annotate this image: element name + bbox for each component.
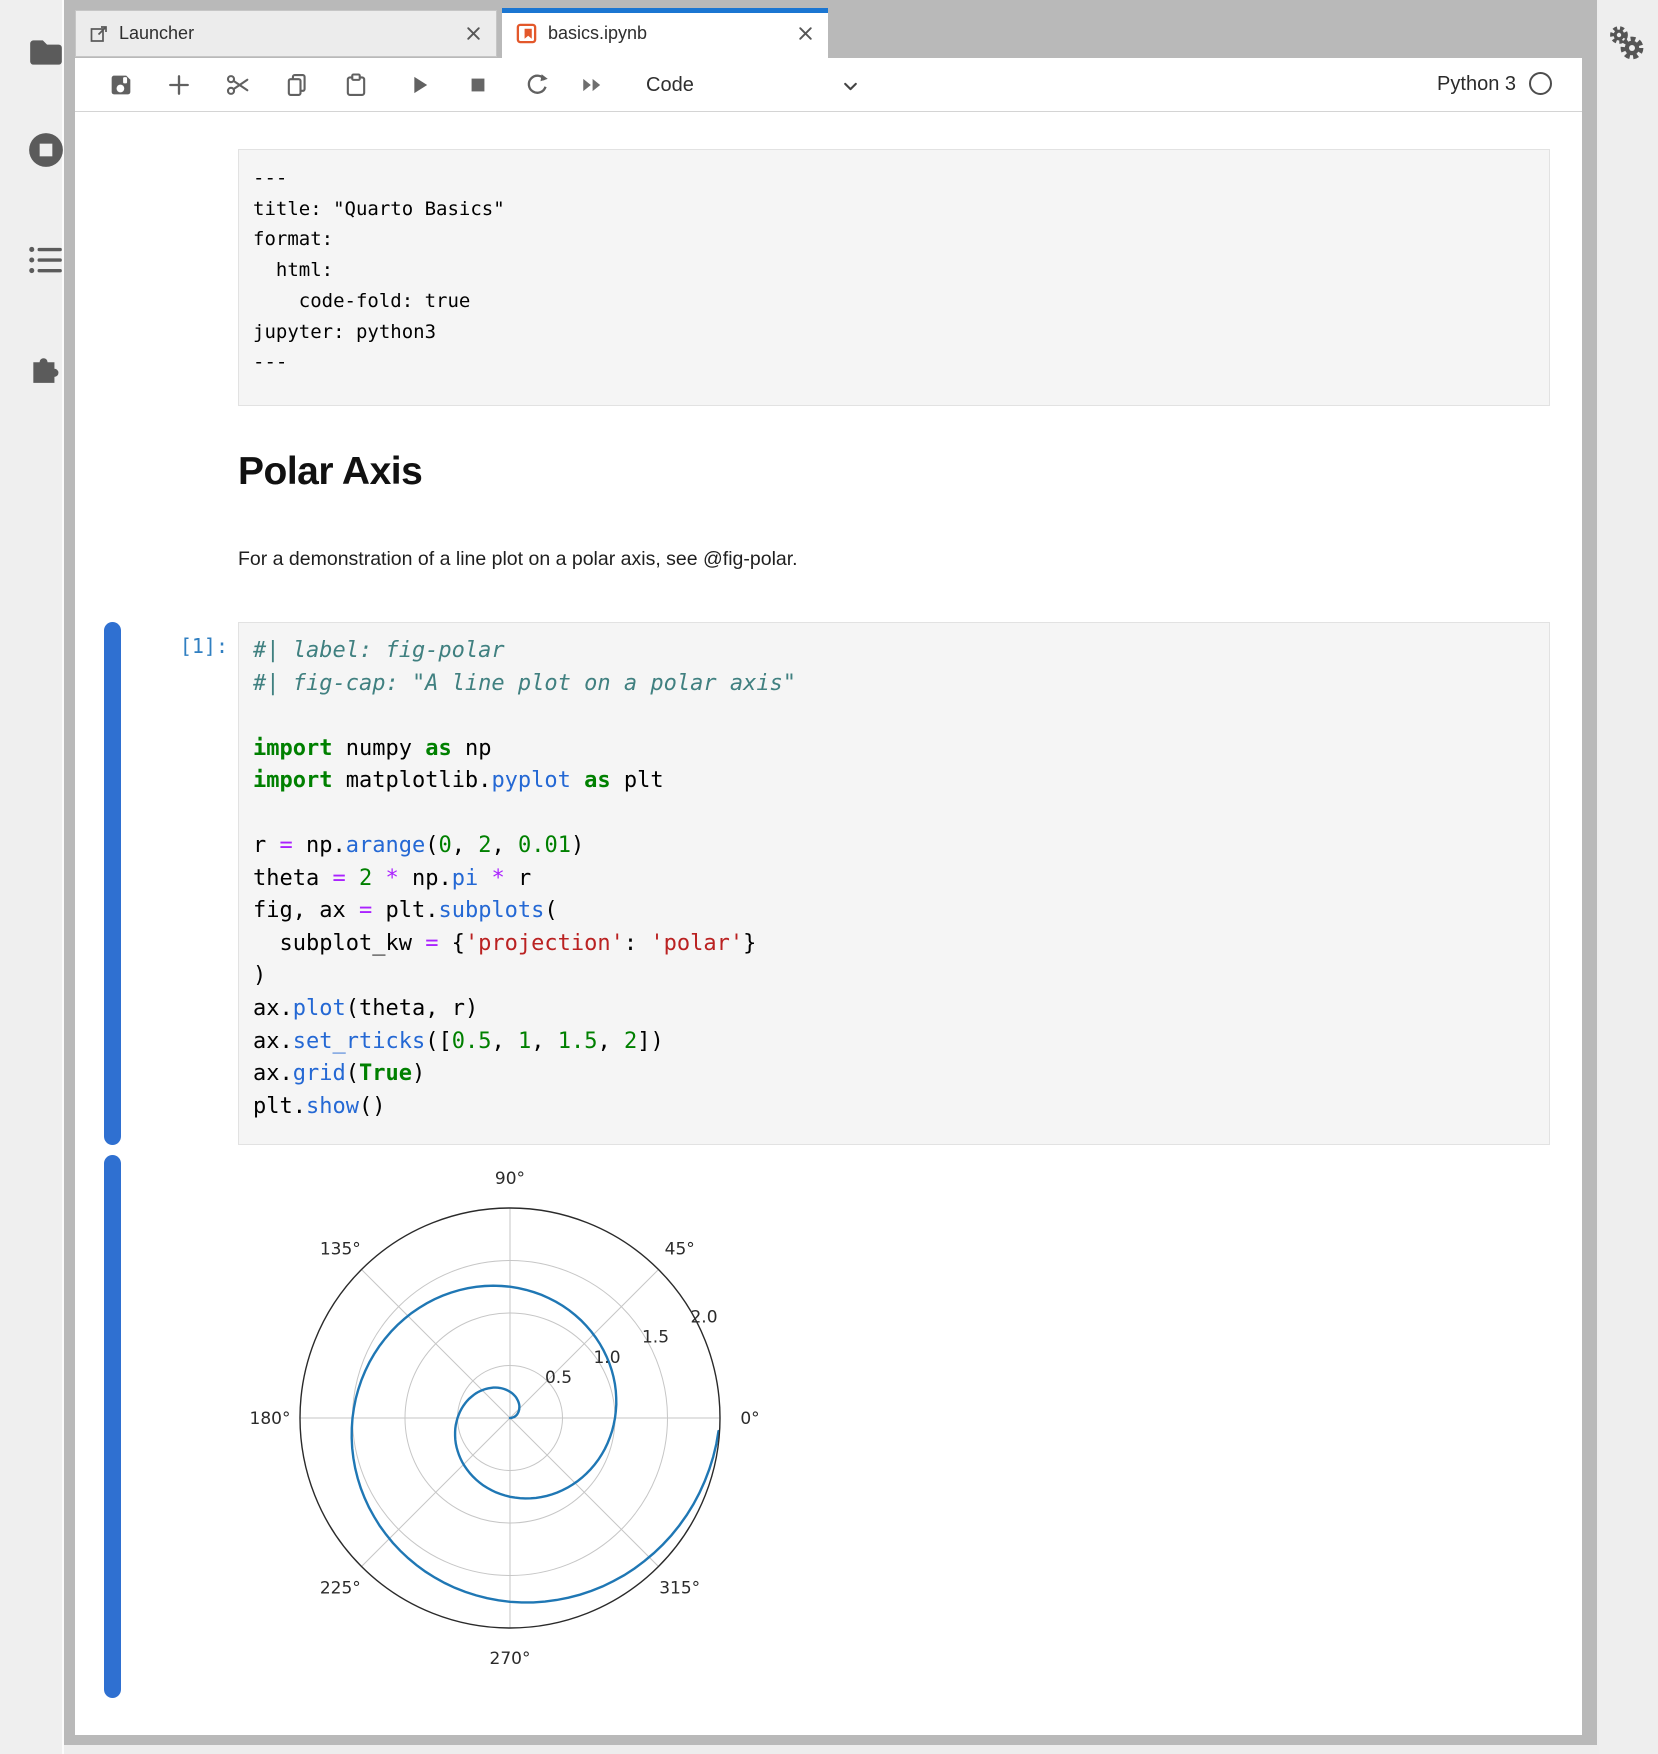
svg-text:315°: 315° <box>659 1579 700 1599</box>
tab-basics-ipynb[interactable]: basics.ipynb <box>502 8 828 58</box>
svg-text:2.0: 2.0 <box>690 1308 717 1328</box>
output-cell-collapser[interactable] <box>104 1155 121 1698</box>
svg-text:0.5: 0.5 <box>545 1368 572 1388</box>
tab-basics-close-icon[interactable] <box>795 23 815 43</box>
active-tab-accent <box>502 8 828 13</box>
notebook-icon <box>515 22 538 45</box>
notebook-toolbar: Code Python 3 <box>75 58 1582 112</box>
svg-text:270°: 270° <box>490 1649 531 1669</box>
cut-cells-icon[interactable] <box>224 71 252 99</box>
polar-plot-figure: 0° 45° 90° 135° 180° 225° 270° 315° 0.5 1.0 1.5 2.0 <box>230 1158 790 1698</box>
svg-text:90°: 90° <box>495 1169 525 1189</box>
code-cell[interactable]: #| label: fig-polar#| fig-cap: "A line p… <box>238 622 1550 1145</box>
code-editor-text: #| label: fig-polar#| fig-cap: "A line p… <box>239 623 1549 1135</box>
save-icon[interactable] <box>107 71 135 99</box>
markdown-paragraph: For a demonstration of a line plot on a … <box>238 548 798 571</box>
svg-text:180°: 180° <box>250 1409 291 1429</box>
notebook-content: ---title: "Quarto Basics"format: html: c… <box>75 112 1582 1735</box>
gears-icon[interactable] <box>1603 22 1649 68</box>
raw-yaml-cell[interactable]: ---title: "Quarto Basics"format: html: c… <box>238 149 1550 406</box>
file-browser-icon[interactable] <box>27 33 65 71</box>
svg-text:135°: 135° <box>320 1239 361 1259</box>
svg-text:1.0: 1.0 <box>593 1348 620 1368</box>
running-sessions-icon[interactable] <box>27 131 65 169</box>
celltype-select[interactable]: Code <box>646 71 876 101</box>
right-strip <box>1599 0 1658 1754</box>
restart-kernel-icon[interactable] <box>523 71 551 99</box>
table-of-contents-icon[interactable] <box>27 241 65 279</box>
svg-text:225°: 225° <box>320 1579 361 1599</box>
main-panel: Launcher basics.ipynb <box>64 0 1597 1745</box>
tab-launcher[interactable]: Launcher <box>75 10 497 57</box>
add-cell-icon[interactable] <box>165 71 193 99</box>
chevron-down-icon <box>842 78 859 95</box>
extension-manager-icon[interactable] <box>27 348 65 386</box>
svg-text:0°: 0° <box>740 1409 759 1429</box>
run-icon[interactable] <box>405 71 433 99</box>
svg-text:45°: 45° <box>665 1239 695 1259</box>
tab-basics-label: basics.ipynb <box>548 23 647 44</box>
execution-count-prompt: [1]: <box>130 634 228 658</box>
tab-launcher-close-icon[interactable] <box>463 24 483 44</box>
tab-bar: Launcher basics.ipynb <box>64 0 1597 58</box>
copy-cells-icon[interactable] <box>283 71 311 99</box>
code-cell-collapser[interactable] <box>104 622 121 1145</box>
celltype-selected-value: Code <box>646 74 694 97</box>
markdown-heading: Polar Axis <box>238 450 422 494</box>
external-link-icon <box>89 24 109 44</box>
tab-launcher-label: Launcher <box>119 23 194 44</box>
stop-icon[interactable] <box>464 71 492 99</box>
run-all-icon[interactable] <box>578 71 606 99</box>
activity-bar <box>0 0 64 1754</box>
kernel-name[interactable]: Python 3 <box>1437 73 1516 96</box>
raw-yaml-text: ---title: "Quarto Basics"format: html: c… <box>239 150 1549 391</box>
paste-cells-icon[interactable] <box>342 71 370 99</box>
svg-text:1.5: 1.5 <box>642 1328 669 1348</box>
kernel-status-icon <box>1529 72 1552 95</box>
